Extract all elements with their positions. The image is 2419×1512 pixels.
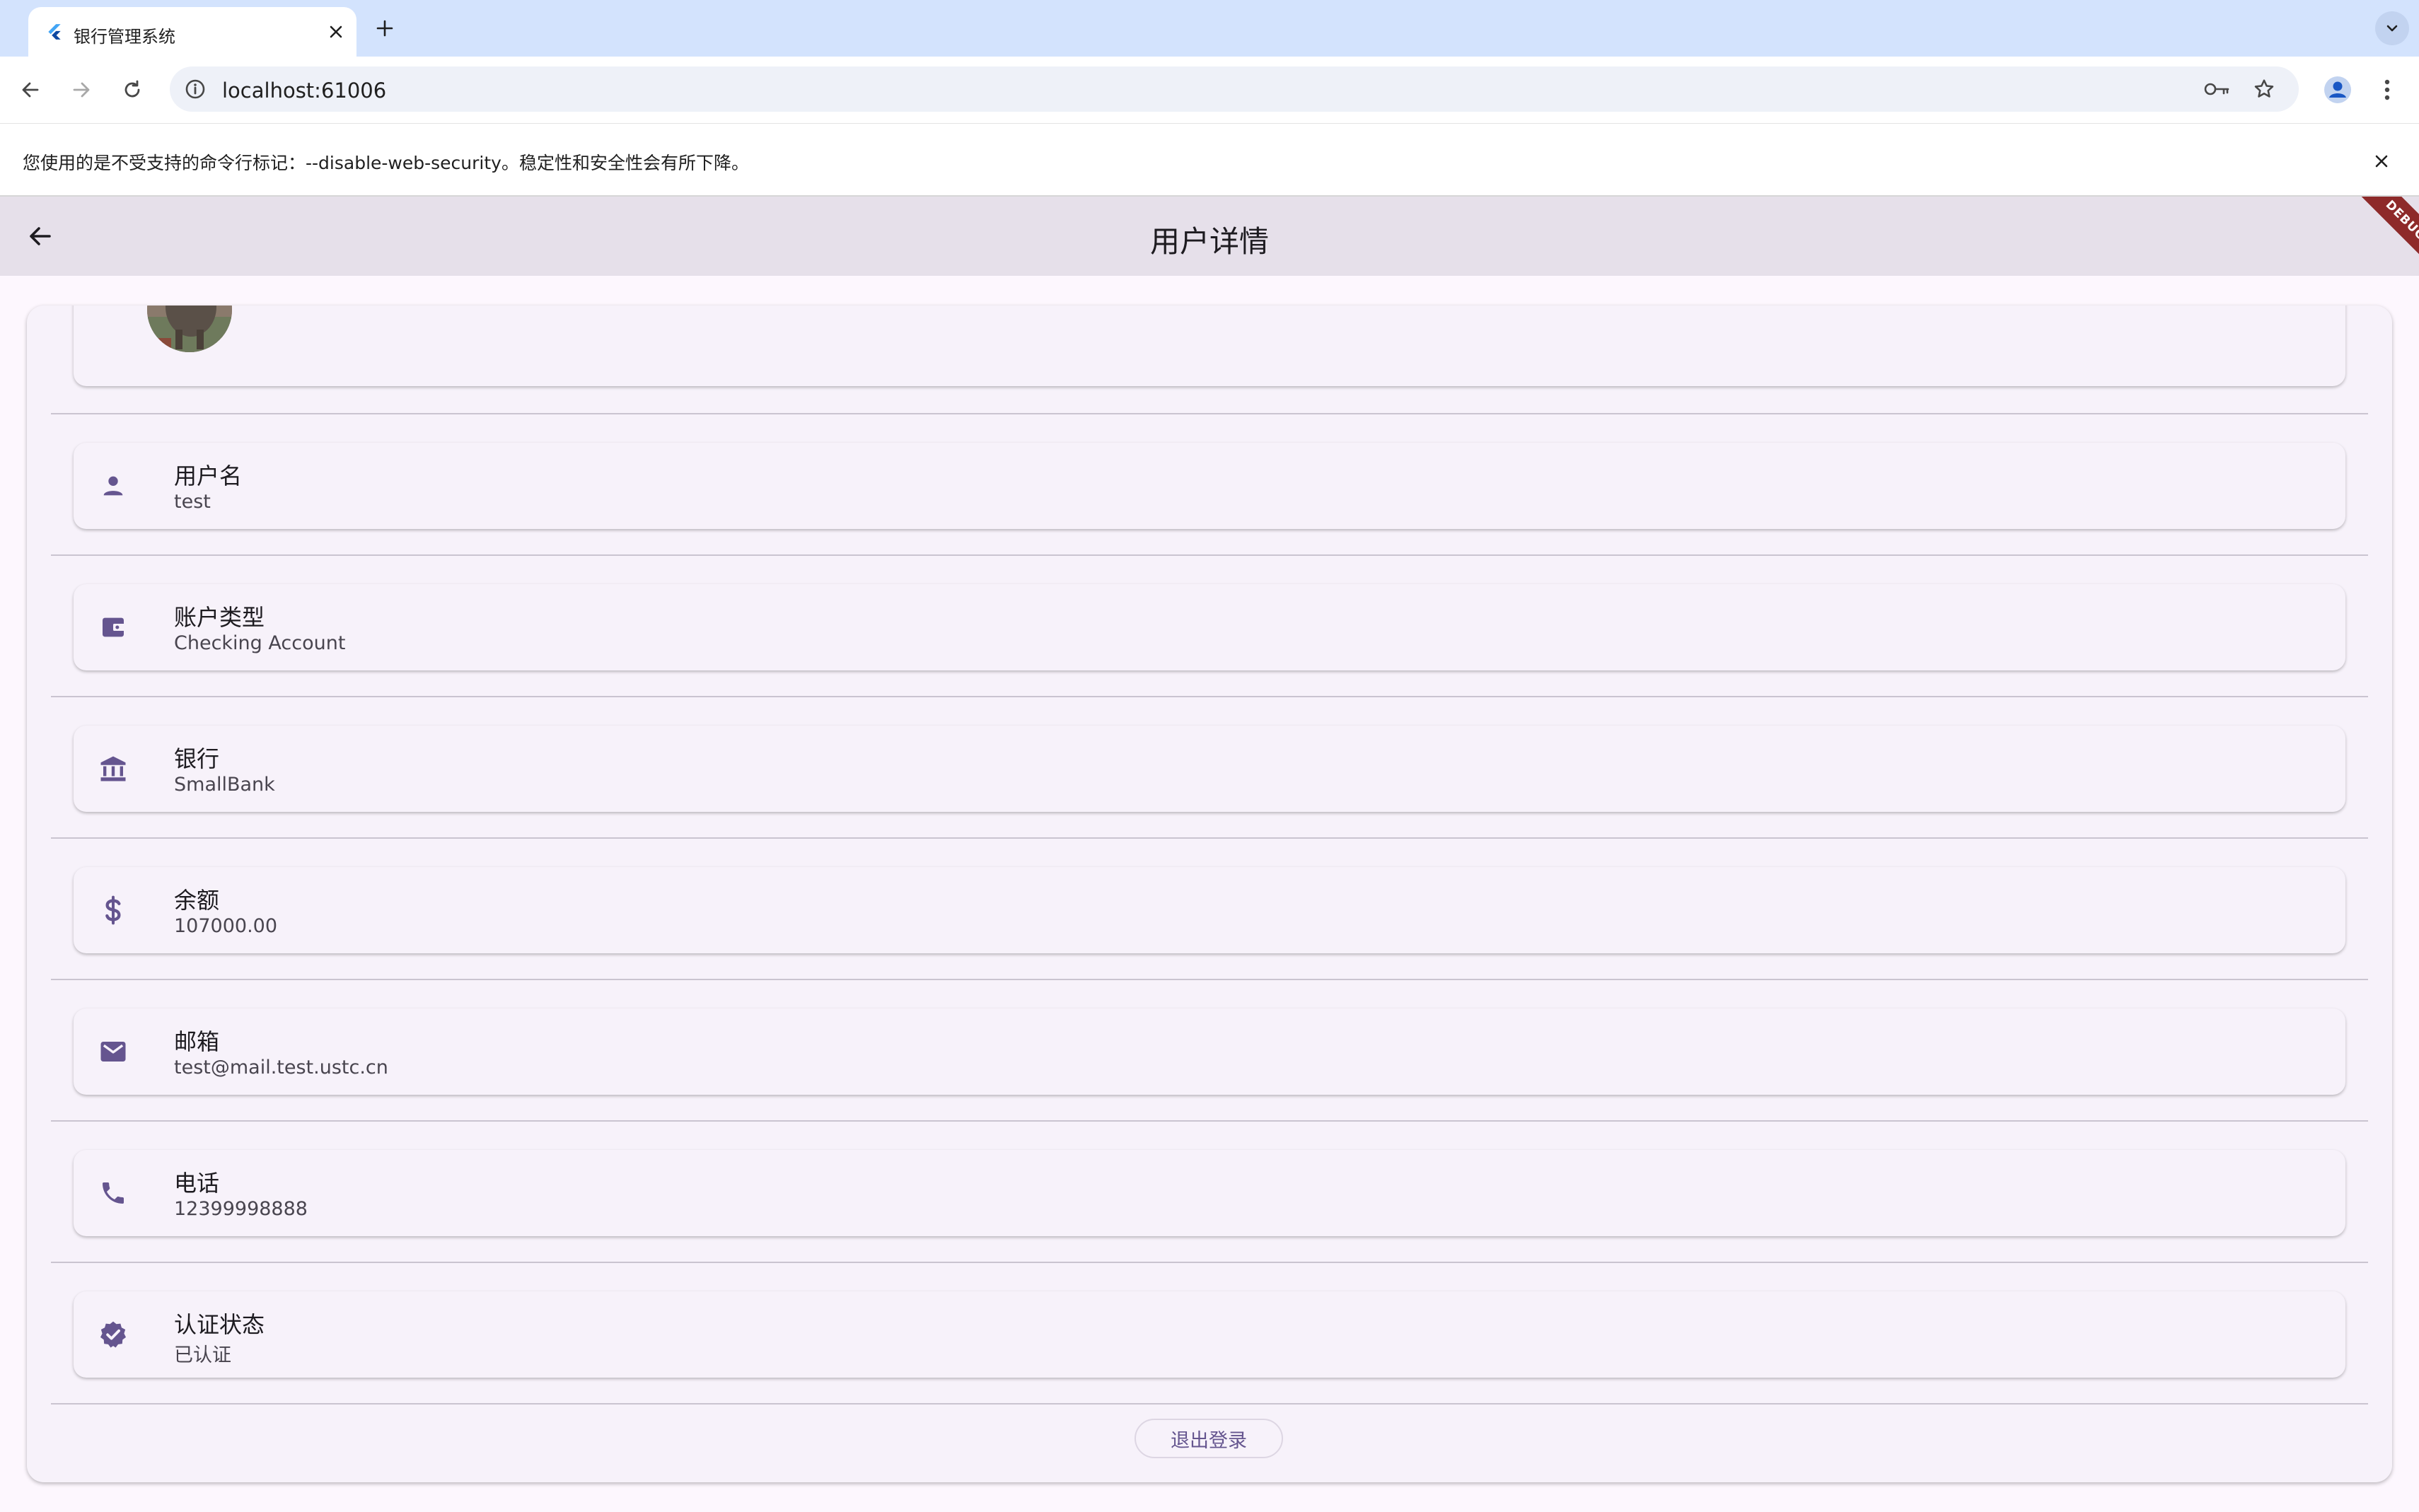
browser-menu-kebab-icon[interactable] [2371, 72, 2403, 107]
info-item-phone: 电话 12399998888 [74, 1150, 2345, 1236]
item-label: 用户名 [174, 463, 243, 489]
item-label: 电话 [174, 1170, 220, 1197]
item-value: 已认证 [174, 1344, 231, 1366]
item-label: 余额 [174, 887, 220, 914]
info-item-balance: 余额 107000.00 [74, 867, 2345, 953]
verified-icon [96, 1318, 130, 1351]
item-label: 认证状态 [174, 1311, 265, 1338]
forward-arrow-icon[interactable] [64, 72, 99, 107]
browser-toolbar: localhost:61006 [0, 57, 2419, 123]
phone-icon [96, 1176, 130, 1210]
info-item-account-type: 账户类型 Checking Account [74, 584, 2345, 670]
divider [51, 1120, 2368, 1122]
address-bar[interactable]: localhost:61006 [170, 66, 2299, 112]
divider [51, 696, 2368, 697]
user-detail-card: 用户名 test 账户类型 Checking Account 银行 SmallB… [27, 306, 2392, 1482]
item-label: 银行 [174, 745, 220, 772]
unsupported-flag-infobar: 您使用的是不受支持的命令行标记：--disable-web-security。稳… [0, 123, 2419, 197]
dollar-icon [96, 893, 130, 927]
info-item-verification: 认证状态 已认证 [74, 1291, 2345, 1378]
person-icon [96, 469, 130, 503]
browser-tabstrip: 银行管理系统 [0, 0, 2419, 57]
infobar-close-icon[interactable] [2367, 146, 2396, 176]
profile-avatar-icon[interactable] [2320, 72, 2355, 107]
password-key-icon[interactable] [2203, 76, 2231, 102]
logout-button[interactable]: 退出登录 [1135, 1419, 1283, 1458]
logout-label: 退出登录 [1171, 1429, 1247, 1452]
bank-icon [96, 752, 130, 786]
item-value: 12399998888 [174, 1198, 308, 1220]
reload-icon[interactable] [115, 72, 150, 107]
info-item-email: 邮箱 test@mail.test.ustc.cn [74, 1008, 2345, 1095]
app-bar: 用户详情 DEBUG [0, 197, 2419, 276]
page-title: 用户详情 [1149, 224, 1269, 259]
divider [51, 1262, 2368, 1263]
info-item-bank: 银行 SmallBank [74, 726, 2345, 812]
tab-search-chevron-down-icon[interactable] [2375, 11, 2409, 45]
new-tab-plus-icon[interactable] [369, 13, 400, 44]
wallet-icon [96, 610, 130, 644]
item-value: test@mail.test.ustc.cn [174, 1057, 388, 1078]
item-label: 账户类型 [174, 604, 265, 631]
item-value: SmallBank [174, 774, 275, 796]
item-value: test [174, 491, 211, 513]
item-value: Checking Account [174, 632, 346, 654]
flutter-favicon-icon [48, 24, 61, 40]
avatar-row [74, 306, 2345, 386]
site-info-icon[interactable] [184, 78, 207, 100]
item-value: 107000.00 [174, 915, 278, 937]
divider [51, 979, 2368, 980]
divider [51, 554, 2368, 556]
tab-close-icon[interactable] [323, 18, 349, 45]
back-arrow-icon[interactable] [13, 72, 48, 107]
bookmark-star-icon[interactable] [2251, 76, 2278, 103]
email-icon [96, 1035, 130, 1069]
tab-title: 银行管理系统 [74, 27, 175, 47]
item-label: 邮箱 [174, 1028, 220, 1055]
divider [51, 1403, 2368, 1405]
avatar[interactable] [147, 306, 232, 352]
browser-tab[interactable]: 银行管理系统 [28, 7, 356, 57]
url-text[interactable]: localhost:61006 [222, 78, 386, 103]
infobar-message: 您使用的是不受支持的命令行标记：--disable-web-security。稳… [23, 153, 749, 173]
info-item-username: 用户名 test [74, 443, 2345, 529]
divider [51, 837, 2368, 839]
divider [51, 413, 2368, 414]
